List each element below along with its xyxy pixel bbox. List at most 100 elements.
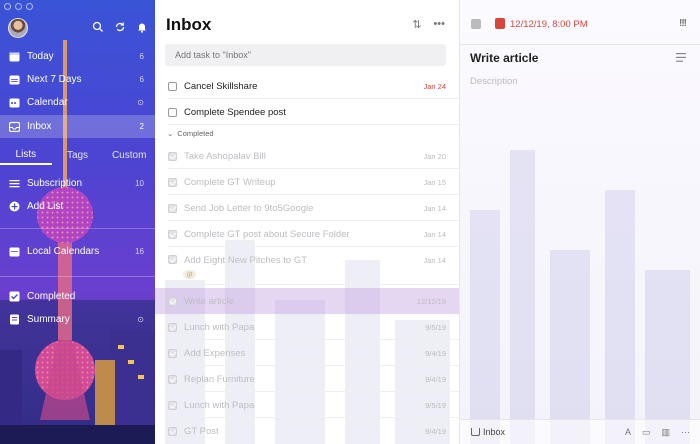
task-row[interactable]: Send Job Letter to 9to5Google Jan 14: [155, 195, 459, 221]
task-checkbox[interactable]: [168, 322, 177, 332]
task-row[interactable]: Complete GT post about Secure Folder Jan…: [155, 221, 459, 247]
task-checkbox[interactable]: [168, 296, 177, 306]
sidebar-toolbar: [92, 21, 148, 33]
sidebar-item-inbox[interactable]: Inbox 2: [0, 115, 155, 138]
task-due-date: 9/4/19: [425, 348, 446, 358]
calendar-local-icon: [9, 247, 20, 257]
sidebar-divider: [0, 228, 155, 229]
window-controls: [4, 3, 33, 10]
task-row[interactable]: Complete GT Writeup Jan 15: [155, 169, 459, 195]
list-format-icon[interactable]: [676, 53, 686, 62]
task-due-date: Jan 14: [423, 256, 446, 265]
task-checkbox[interactable]: [168, 151, 177, 161]
close-window-button[interactable]: [4, 3, 11, 10]
task-row[interactable]: Add Eight New Pitches to GT Jan 14: [155, 247, 459, 285]
task-checkbox[interactable]: [168, 348, 177, 358]
task-title: Complete GT Writeup: [184, 176, 276, 188]
sidebar-item-calendar[interactable]: Calendar ⊙: [0, 91, 155, 114]
task-checkbox[interactable]: [168, 107, 177, 117]
list-selector[interactable]: Inbox: [471, 427, 505, 437]
task-checkbox[interactable]: [471, 19, 481, 29]
chevron-down-icon: ⌄: [167, 129, 174, 138]
task-row[interactable]: GT Post 9/4/19: [155, 418, 459, 444]
tab-tags[interactable]: Tags: [52, 145, 104, 165]
add-list-button[interactable]: Add List: [0, 195, 155, 218]
task-due-date: 9/5/19: [425, 400, 446, 410]
sidebar-tabs: Lists Tags Custom: [0, 145, 155, 165]
task-checkbox[interactable]: [168, 203, 177, 213]
detail-footer-tools: A ▭ ▥ ⋯: [625, 427, 690, 438]
task-checkbox[interactable]: [168, 177, 177, 187]
sidebar-item-summary[interactable]: Summary ⊙: [0, 308, 155, 331]
add-task-input[interactable]: [165, 44, 446, 66]
task-checkbox[interactable]: [168, 426, 177, 436]
tab-lists[interactable]: Lists: [0, 145, 52, 165]
task-row[interactable]: Add Expenses 9/4/19: [155, 340, 459, 366]
list-name: Inbox: [483, 427, 506, 437]
task-row[interactable]: Take Ashopalav Bill Jan 20: [155, 143, 459, 169]
more-options-icon[interactable]: •••: [433, 18, 445, 31]
task-row[interactable]: Complete Spendee post: [155, 99, 459, 125]
sidebar-item-local-calendars[interactable]: Local Calendars 16: [0, 240, 155, 263]
task-due-date: Jan 15: [423, 177, 446, 187]
calendar-week-icon: [9, 75, 20, 85]
task-title: Complete GT post about Secure Folder: [184, 228, 350, 240]
sidebar-item-completed[interactable]: Completed: [0, 285, 155, 308]
priority-button[interactable]: !!!: [679, 18, 687, 29]
task-checkbox[interactable]: [168, 374, 177, 384]
task-due-date: Jan 24: [423, 81, 446, 91]
task-list-panel: Inbox ⇅ ••• Cancel Skillshare Jan 24 Com…: [155, 0, 460, 444]
task-title: Complete Spendee post: [184, 106, 286, 118]
detail-header: 12/12/19, 8:00 PM !!!: [460, 0, 700, 45]
tag-badge[interactable]: gt: [183, 270, 197, 279]
task-row[interactable]: Lunch with Papa 9/5/19: [155, 392, 459, 418]
trash-icon[interactable]: ▥: [661, 427, 670, 438]
sidebar-item-next-7-days[interactable]: Next 7 Days 6: [0, 68, 155, 91]
task-title: Send Job Letter to 9to5Google: [184, 202, 314, 214]
task-checkbox[interactable]: [168, 255, 177, 264]
page-title: Inbox: [166, 15, 212, 34]
avatar[interactable]: [8, 18, 28, 38]
task-checkbox[interactable]: [168, 400, 177, 410]
task-row[interactable]: Lunch with Papa 9/5/19: [155, 314, 459, 340]
sidebar-item-today[interactable]: Today 6: [0, 45, 155, 68]
search-icon[interactable]: [92, 21, 104, 33]
due-date-label[interactable]: 12/12/19, 8:00 PM: [510, 19, 588, 30]
sidebar-item-count: 2: [139, 122, 144, 131]
completed-section-header[interactable]: ⌄ Completed: [167, 129, 214, 138]
task-row[interactable]: Replan Furniture 9/4/19: [155, 366, 459, 392]
description-field[interactable]: Description: [470, 76, 518, 87]
task-title: Replan Furniture: [184, 373, 255, 385]
minimize-window-button[interactable]: [15, 3, 22, 10]
detail-background-image: [470, 150, 690, 444]
task-title: GT Post: [184, 425, 219, 437]
task-row[interactable]: Cancel Skillshare Jan 24: [155, 73, 459, 99]
task-due-date: 9/4/19: [425, 426, 446, 436]
add-circle-icon: [9, 201, 20, 212]
sidebar-item-label: Local Calendars: [27, 246, 100, 257]
sync-icon[interactable]: [114, 21, 126, 33]
more-options-icon[interactable]: ⋯: [681, 427, 690, 438]
tab-custom[interactable]: Custom: [103, 145, 155, 165]
sort-icon[interactable]: ⇅: [412, 18, 421, 31]
task-checkbox[interactable]: [168, 229, 177, 239]
sidebar-item-label: Summary: [27, 314, 70, 325]
sidebar-divider: [0, 276, 155, 277]
task-title: Lunch with Papa: [184, 321, 255, 333]
text-format-icon[interactable]: A: [625, 427, 631, 438]
task-due-date: Jan 14: [423, 229, 446, 239]
sidebar-item-label: Inbox: [27, 121, 52, 132]
calendar-icon[interactable]: [495, 18, 505, 29]
task-due-date: 9/4/19: [425, 374, 446, 384]
sidebar: Today 6 Next 7 Days 6 Calendar ⊙ Inbox 2…: [0, 0, 155, 444]
calendar-today-icon: [9, 52, 20, 62]
bell-icon[interactable]: [136, 21, 148, 33]
zoom-window-button[interactable]: [26, 3, 33, 10]
comment-icon[interactable]: ▭: [642, 427, 651, 438]
row-divider: [168, 284, 459, 285]
task-title: Add Expenses: [184, 347, 246, 359]
sidebar-item-subscription[interactable]: Subscription 10: [0, 172, 155, 195]
task-checkbox[interactable]: [168, 81, 177, 91]
task-title[interactable]: Write article: [470, 51, 538, 65]
task-row-selected[interactable]: Write article 12/12/19: [155, 288, 459, 314]
